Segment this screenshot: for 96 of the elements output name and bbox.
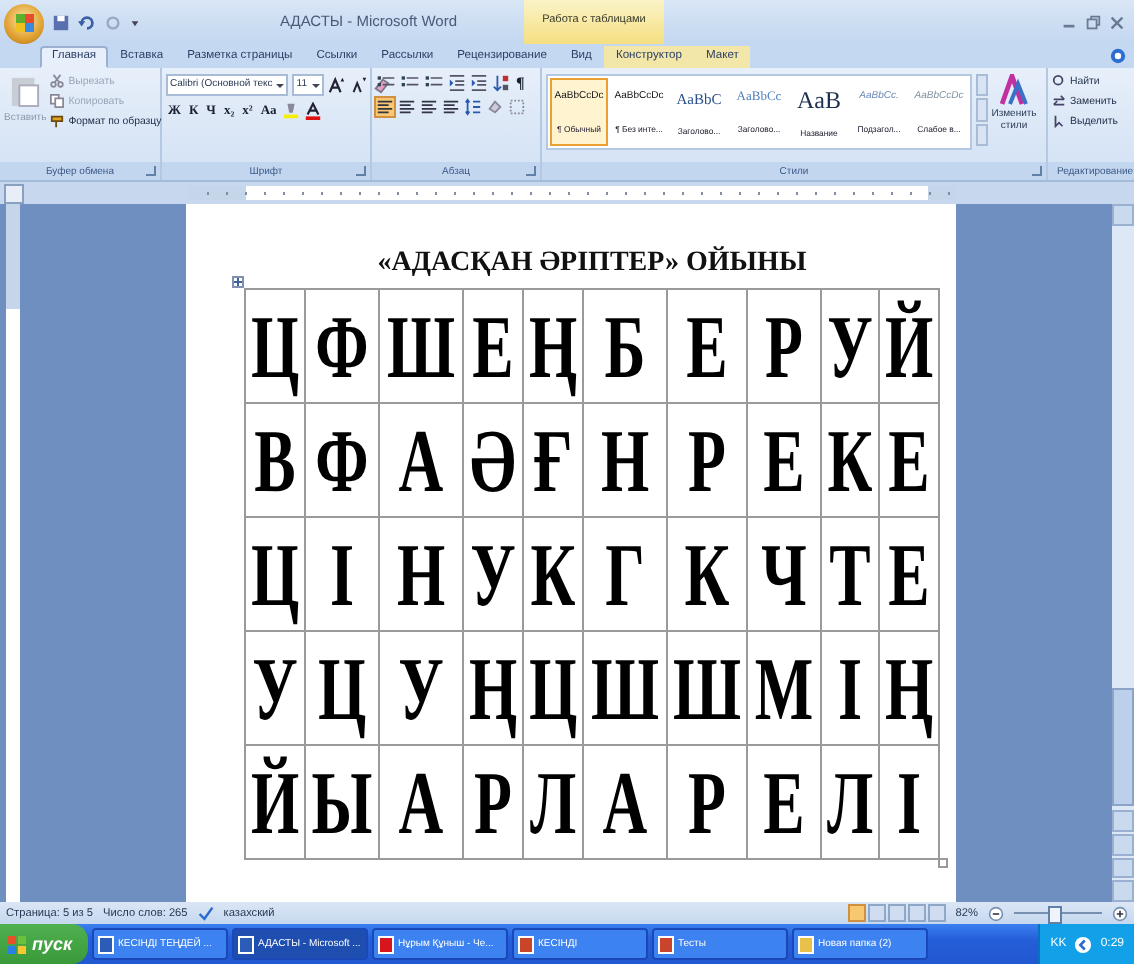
table-cell: Ф bbox=[305, 289, 379, 403]
table-cell: Л bbox=[523, 745, 583, 859]
list-icon[interactable] bbox=[376, 74, 396, 92]
table-resize-handle[interactable] bbox=[938, 858, 948, 868]
table-cell: Й bbox=[245, 745, 305, 859]
table-cell: В bbox=[245, 403, 305, 517]
indent-icon[interactable] bbox=[448, 74, 466, 92]
cursor-icon bbox=[1052, 114, 1066, 128]
launcher-icon[interactable] bbox=[1032, 166, 1042, 176]
table-cell: Ц bbox=[523, 631, 583, 745]
zoom-in-icon[interactable] bbox=[1112, 905, 1128, 921]
table-cell: Е bbox=[879, 517, 939, 631]
table-cell: Ң bbox=[463, 631, 523, 745]
table-cell: Й bbox=[879, 289, 939, 403]
replace-icon bbox=[1052, 94, 1066, 108]
table-cell: І bbox=[879, 745, 939, 859]
align-icon[interactable] bbox=[398, 98, 416, 116]
table-cell: У bbox=[245, 631, 305, 745]
ruler-toggle[interactable] bbox=[4, 183, 24, 203]
table-cell: У bbox=[463, 517, 523, 631]
letter-a-icon bbox=[1000, 74, 1028, 106]
table-cell: Ш bbox=[583, 631, 667, 745]
spelling-icon[interactable] bbox=[197, 905, 214, 921]
help-icon[interactable] bbox=[1110, 48, 1126, 64]
table-cell: Ц bbox=[305, 631, 379, 745]
table-cell: У bbox=[379, 631, 463, 745]
save-icon[interactable] bbox=[52, 13, 70, 31]
align-icon[interactable] bbox=[420, 98, 438, 116]
table-cell: Ң bbox=[523, 289, 583, 403]
table-cell: А bbox=[379, 403, 463, 517]
table-cell: М bbox=[747, 631, 821, 745]
scissors-icon bbox=[50, 74, 65, 88]
table-cell: Ш bbox=[667, 631, 747, 745]
table-cell: Н bbox=[379, 517, 463, 631]
table-cell: Е bbox=[463, 289, 523, 403]
table-cell: Г bbox=[583, 517, 667, 631]
grow-font-icon[interactable] bbox=[327, 76, 345, 94]
line-spacing-icon[interactable] bbox=[464, 98, 482, 116]
list-icon[interactable] bbox=[400, 74, 420, 92]
gallery-scrollbar[interactable] bbox=[976, 74, 988, 146]
table-cell: Ш bbox=[379, 289, 463, 403]
launcher-icon[interactable] bbox=[146, 166, 156, 176]
table-cell: Ы bbox=[305, 745, 379, 859]
table-cell: Е bbox=[667, 289, 747, 403]
copy-icon bbox=[50, 94, 65, 108]
table-cell: Е bbox=[879, 403, 939, 517]
launcher-icon[interactable] bbox=[526, 166, 536, 176]
undo-icon[interactable] bbox=[78, 13, 96, 31]
list-icon[interactable] bbox=[424, 74, 444, 92]
table-cell: Р bbox=[463, 745, 523, 859]
close-icon[interactable] bbox=[1108, 13, 1126, 31]
table-cell: А bbox=[379, 745, 463, 859]
indent-icon[interactable] bbox=[470, 74, 488, 92]
table-cell: І bbox=[305, 517, 379, 631]
table-cell: Е bbox=[747, 403, 821, 517]
launcher-icon[interactable] bbox=[356, 166, 366, 176]
document-heading: «АДАСҚАН ӘРІПТЕР» ОЙЫНЫ bbox=[375, 248, 809, 282]
office-button[interactable] bbox=[4, 3, 44, 43]
table-cell: Р bbox=[667, 403, 747, 517]
table-cell: Р bbox=[747, 289, 821, 403]
restore-icon[interactable] bbox=[1084, 13, 1102, 31]
table-cell: Е bbox=[747, 745, 821, 859]
table-cell: Ф bbox=[305, 403, 379, 517]
table-cell: Б bbox=[583, 289, 667, 403]
table-cell: Ц bbox=[245, 517, 305, 631]
table-cell: Л bbox=[821, 745, 879, 859]
table-cell: Ә bbox=[463, 403, 523, 517]
table-cell: К bbox=[667, 517, 747, 631]
shading-icon[interactable] bbox=[486, 98, 504, 116]
borders-icon[interactable] bbox=[508, 98, 526, 116]
table-cell: А bbox=[583, 745, 667, 859]
table-cell: Н bbox=[583, 403, 667, 517]
table-cell: К bbox=[821, 403, 879, 517]
shrink-font-icon[interactable] bbox=[349, 76, 367, 94]
vertical-scrollbar[interactable] bbox=[1112, 204, 1134, 902]
align-icon[interactable] bbox=[442, 98, 460, 116]
brush-icon bbox=[50, 114, 65, 128]
table-cell: Ч bbox=[747, 517, 821, 631]
zoom-out-icon[interactable] bbox=[988, 905, 1004, 921]
show-marks-button[interactable]: ¶ bbox=[514, 74, 527, 92]
table-move-handle[interactable] bbox=[232, 276, 244, 288]
table-cell: У bbox=[821, 289, 879, 403]
tray-arrow-icon[interactable] bbox=[1074, 935, 1093, 953]
table-cell: І bbox=[821, 631, 879, 745]
zoom-slider-thumb[interactable] bbox=[1047, 906, 1062, 924]
table-cell: Р bbox=[667, 745, 747, 859]
table-cell: Ц bbox=[245, 289, 305, 403]
sort-icon[interactable] bbox=[492, 74, 510, 92]
table-cell: Ғ bbox=[523, 403, 583, 517]
clipboard-icon bbox=[10, 74, 41, 108]
font-color-icon[interactable] bbox=[304, 102, 323, 120]
flag-icon bbox=[8, 935, 26, 953]
table-cell: К bbox=[523, 517, 583, 631]
align-icon[interactable] bbox=[376, 98, 394, 116]
table-cell: Т bbox=[821, 517, 879, 631]
table-cell: Ң bbox=[879, 631, 939, 745]
